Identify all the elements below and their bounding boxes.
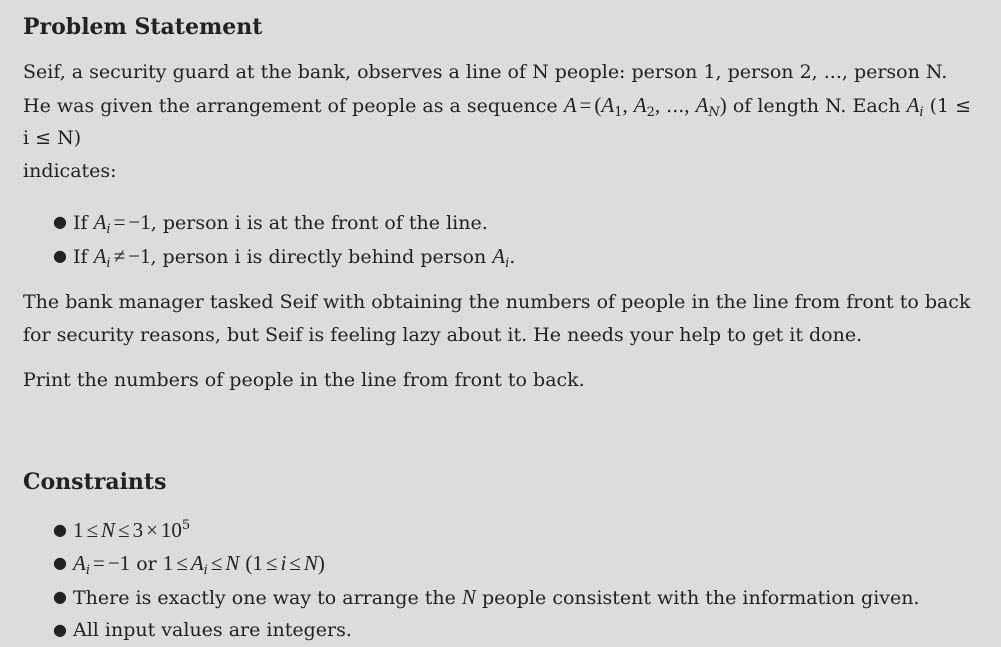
list-item: ● If Ai ≠ −1, person i is directly behind … (23, 240, 981, 274)
page: Problem Statement Seif, a security guard… (0, 0, 1001, 645)
constraint-a-formula-2: 1 ≤ Ai ≤ N (1 ≤ i ≤ N) (162, 551, 325, 578)
constraint-a-formula-1: Ai = −1 (73, 551, 131, 578)
para1-text-2: of length N. Each (726, 94, 907, 117)
bullet-icon: ● (53, 245, 67, 265)
bullet-icon: ● (53, 586, 67, 606)
list-item: ● If Ai = −1, person i is at the front of … (23, 206, 981, 240)
bullet-icon: ● (53, 212, 67, 231)
problem-conditions-list: ● If Ai = −1, person i is at the front of … (23, 206, 981, 273)
sequence-formula: A = (A1, A2, ..., AN) (563, 92, 727, 120)
problem-paragraph-2: The bank manager tasked Seif with obtain… (23, 291, 971, 346)
list-item: ● Ai = −1 or 1 ≤ Ai ≤ N (1 ≤ i ≤ N) (23, 547, 981, 581)
constraints-heading: Constraints (23, 468, 167, 495)
constraints-list: ● 1 ≤ N ≤3 × 105 ● Ai = −1 or 1 ≤ Ai ≤ N (1 ≤ i ≤ N) ● … (23, 514, 981, 647)
ai-formula: Ai (906, 92, 924, 120)
constraints-section: Constraints ● 1 ≤ N ≤3 × 105 ● Ai = −1 or 1 ≤ Ai ≤… (23, 467, 981, 647)
para1-text-4: indicates: (23, 159, 117, 182)
problem-paragraph-3: Print the numbers of people in the line … (23, 369, 585, 391)
list-item: ● There is exactly one way to arrange th… (23, 581, 981, 615)
list-item: ● All input values are integers. (23, 614, 981, 647)
bullet-icon: ● (53, 519, 67, 539)
bullet-icon: ● (53, 553, 67, 572)
condition-formula-2: Ai ≠ −1 (93, 243, 151, 271)
constraint-n-formula: 1 ≤ N ≤3 × 105 (73, 517, 191, 542)
bullet-icon: ● (53, 620, 67, 639)
problem-paragraph-1: Seif, a security guard at the bank, obse… (23, 56, 981, 187)
list-item: ● 1 ≤ N ≤3 × 105 (23, 514, 981, 548)
problem-statement-heading: Problem Statement (23, 14, 263, 40)
problem-section: Problem Statement Seif, a security guard… (23, 12, 981, 397)
condition-formula-1: Ai = −1 (93, 210, 151, 237)
